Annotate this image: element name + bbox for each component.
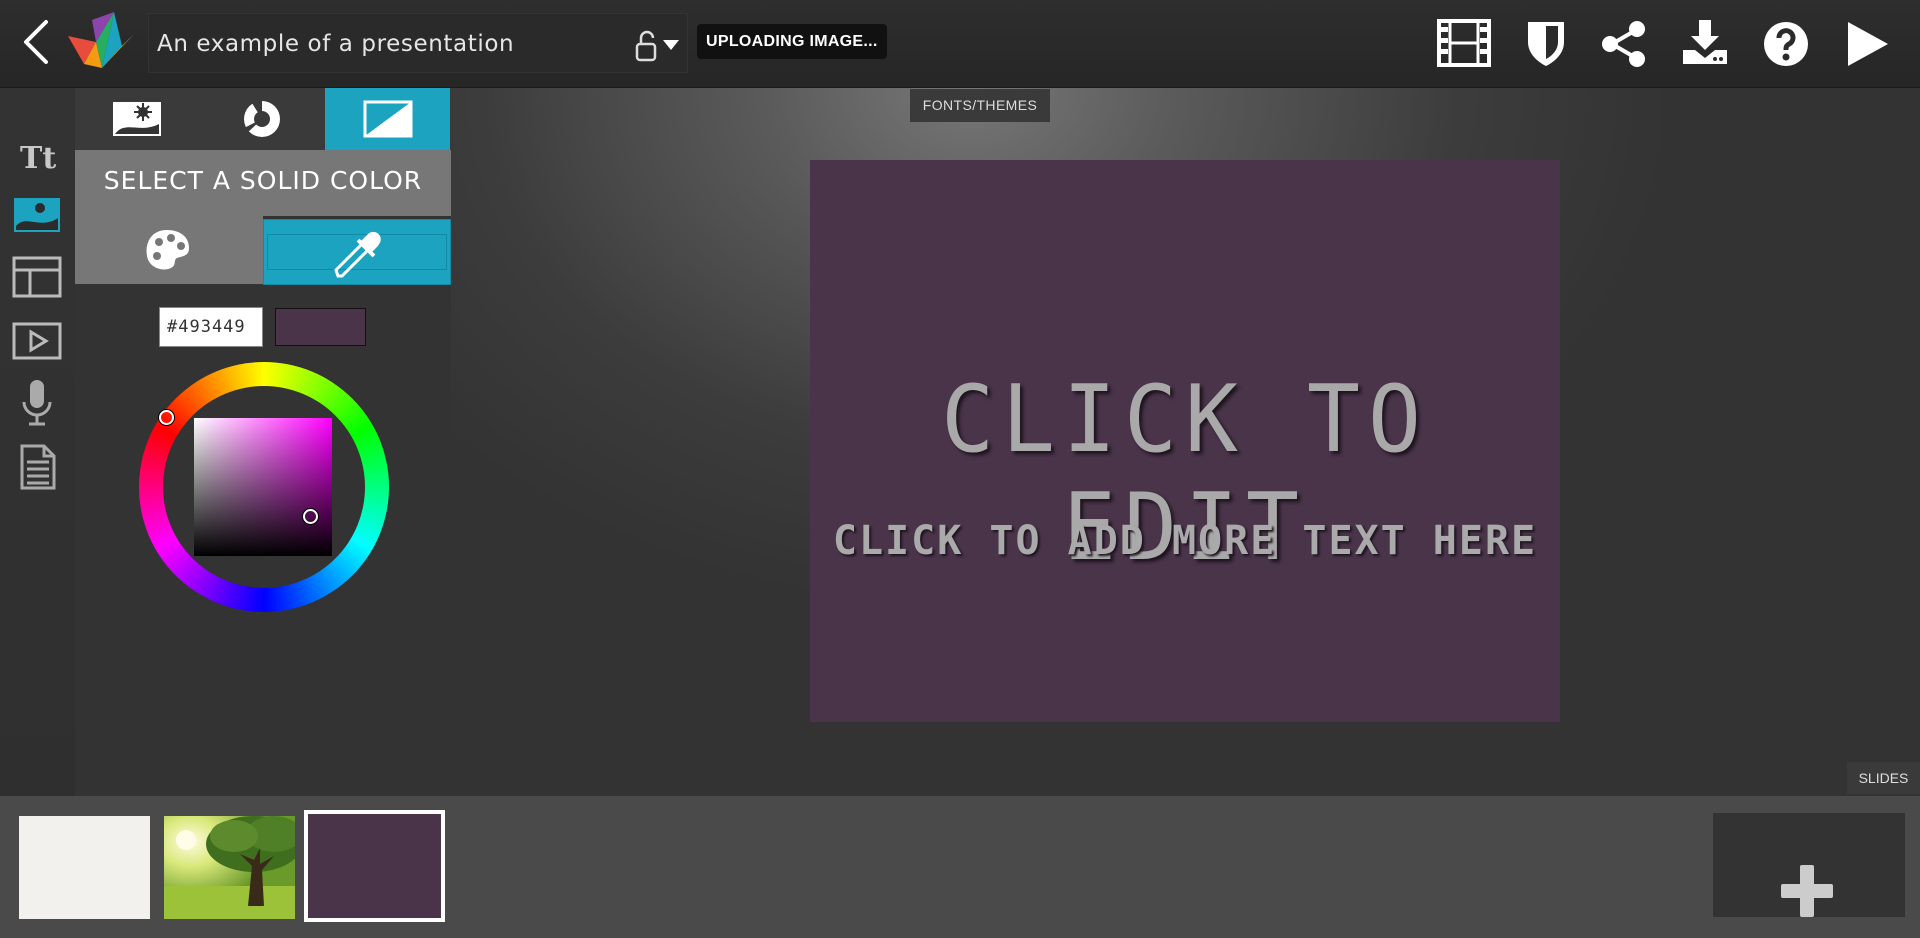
film-icon[interactable] (1436, 16, 1492, 72)
solid-color-tab[interactable] (325, 88, 450, 150)
eyedropper-mode-button[interactable] (263, 219, 451, 285)
hue-marker[interactable] (159, 410, 174, 425)
image-background-icon (113, 102, 161, 136)
palette-icon (146, 230, 189, 270)
theme-color-tab[interactable] (200, 88, 325, 150)
panel-tabs (75, 88, 451, 150)
text-tool-icon[interactable]: Tt (10, 130, 64, 180)
solid-color-icon (363, 100, 413, 138)
slides-tab[interactable]: SLIDES (1847, 762, 1920, 794)
add-slide-icon (1781, 865, 1833, 917)
slide-subtitle[interactable]: CLICK TO ADD MORE TEXT HERE (810, 518, 1560, 564)
upload-status-badge: UPLOADING IMAGE... (697, 24, 887, 59)
app-logo[interactable] (62, 6, 138, 78)
fonts-themes-tab[interactable]: FONTS/THEMES (910, 89, 1050, 122)
microphone-icon[interactable] (10, 378, 64, 428)
theme-color-icon (244, 98, 280, 137)
download-icon[interactable] (1677, 16, 1733, 72)
hex-color-input[interactable] (159, 307, 263, 347)
slide-strip (0, 796, 1920, 938)
image-background-tab[interactable] (75, 88, 200, 150)
slide-thumbnail-selected[interactable] (304, 810, 445, 922)
tool-rail: Tt (0, 88, 75, 796)
play-icon[interactable] (1838, 16, 1894, 72)
presentation-title-field[interactable]: An example of a presentation (148, 13, 688, 73)
current-color-swatch (275, 308, 366, 346)
top-toolbar: An example of a presentation UPLOADING I… (0, 0, 1920, 88)
lock-icon[interactable] (629, 26, 685, 66)
help-icon[interactable] (1758, 16, 1814, 72)
svg-text:Tt: Tt (20, 141, 56, 176)
slide-thumbnail[interactable] (164, 816, 295, 919)
slide-thumbnail[interactable] (19, 816, 150, 919)
share-icon[interactable] (1596, 16, 1652, 72)
tree-photo-image (164, 816, 295, 919)
shield-icon[interactable] (1518, 16, 1574, 72)
presentation-title[interactable]: An example of a presentation (157, 31, 514, 57)
saturation-value-marker[interactable] (303, 509, 318, 524)
notes-icon[interactable] (10, 442, 64, 492)
background-icon[interactable] (10, 190, 64, 240)
current-slide[interactable]: CLICK TO EDIT CLICK TO ADD MORE TEXT HER… (810, 160, 1560, 722)
background-panel: SELECT A SOLID COLOR (75, 88, 451, 696)
back-icon[interactable] (18, 18, 58, 66)
video-icon[interactable] (10, 316, 64, 366)
palette-mode-button[interactable] (75, 216, 263, 284)
color-wheel-picker[interactable] (139, 362, 389, 612)
saturation-value-square[interactable] (194, 418, 332, 556)
panel-heading: SELECT A SOLID COLOR (75, 150, 451, 216)
eyedropper-icon (334, 231, 381, 278)
add-slide-button[interactable] (1713, 813, 1905, 917)
layout-icon[interactable] (10, 252, 64, 302)
